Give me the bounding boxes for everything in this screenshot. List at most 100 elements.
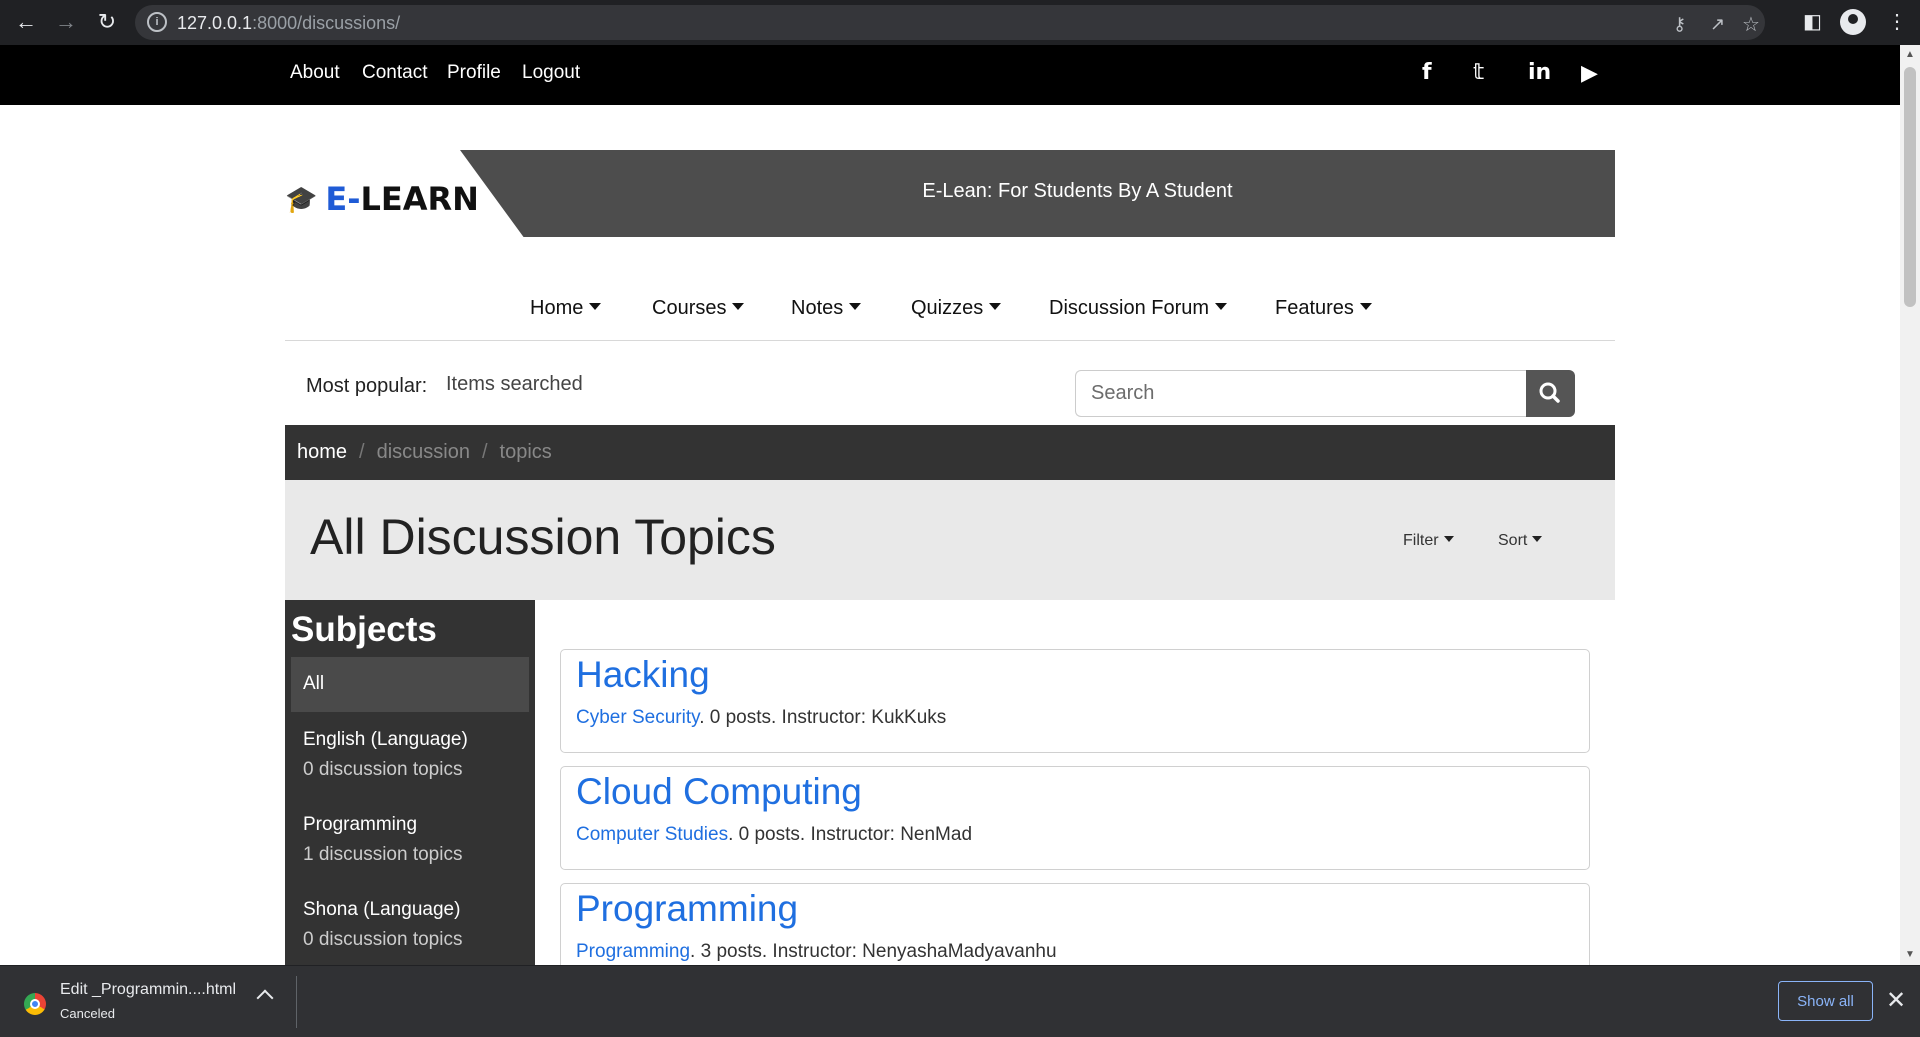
share-icon[interactable]: ↗ [1710,14,1725,35]
sidebar-item-all[interactable]: All [291,657,529,712]
nav-notes[interactable]: Notes [791,297,862,320]
page-title: All Discussion Topics [310,509,776,565]
divider [296,976,297,1028]
close-icon[interactable]: ✕ [1886,986,1906,1015]
subjects-sidebar: Subjects All English (Language) 0 discus… [285,600,535,965]
search-button[interactable] [1526,370,1575,417]
menu-kebab-icon[interactable]: ⋮ [1887,9,1907,34]
contact-link[interactable]: Contact [362,62,427,84]
breadcrumb-separator: / [481,441,488,463]
topic-meta: Cyber Security. 0 posts. Instructor: Kuk… [576,707,946,729]
popular-items[interactable]: Items searched [446,373,583,396]
nav-courses[interactable]: Courses [652,297,745,320]
sidebar-item-count: 0 discussion topics [303,759,463,780]
url-host: 127.0.0.1 [177,13,253,33]
reload-icon[interactable]: ↻ [93,8,121,36]
download-bar: Edit _Programmin....html Canceled Show a… [0,965,1920,1037]
url-text[interactable]: 127.0.0.1:8000/discussions/ [177,13,400,34]
download-filename[interactable]: Edit _Programmin....html [60,981,236,999]
logout-link[interactable]: Logout [522,62,580,84]
nav-quizzes[interactable]: Quizzes [911,297,1002,320]
nav-courses-label: Courses [652,297,727,319]
forward-icon[interactable]: → [52,8,80,36]
topic-title[interactable]: Hacking [576,654,710,696]
sidebar-item-label: All [303,673,325,694]
topic-card: Cloud Computing Computer Studies. 0 post… [560,766,1590,870]
scroll-up-icon[interactable]: ▲ [1905,49,1915,60]
nav-notes-label: Notes [791,297,844,319]
tagline-banner: E-Lean: For Students By A Student [460,150,1615,237]
sidebar-item-count: 1 discussion topics [303,844,463,865]
tagline-text: E-Lean: For Students By A Student [922,180,1233,202]
youtube-icon[interactable]: ▶ [1581,61,1598,86]
about-link[interactable]: About [290,62,340,84]
sidebar-title: Subjects [291,610,437,649]
caret-down-icon [1359,303,1372,311]
topic-subject-link[interactable]: Computer Studies [576,824,728,845]
web-page: About Contact Profile Logout f 𝕥 in ▶ 🎓 … [0,45,1900,965]
twitter-icon[interactable]: 𝕥 [1473,60,1484,85]
side-panel-icon[interactable]: ◧ [1803,9,1822,34]
show-all-button[interactable]: Show all [1778,981,1873,1021]
breadcrumb: home / discussion / topics [285,425,1615,480]
breadcrumb-home[interactable]: home [297,441,347,464]
breadcrumb-topics: topics [499,441,552,463]
sidebar-item-count: 0 discussion topics [303,929,463,950]
topic-subject-link[interactable]: Cyber Security [576,707,699,728]
main-nav: Home Courses Notes Quizzes Discussion Fo… [285,285,1615,341]
sort-label: Sort [1498,532,1528,549]
url-path: :8000/discussions/ [252,13,401,33]
nav-home[interactable]: Home [530,297,602,320]
filter-dropdown[interactable]: Filter [1403,532,1454,550]
nav-features-label: Features [1275,297,1354,319]
facebook-icon[interactable]: f [1422,60,1432,85]
browser-toolbar: ← → ↻ i 127.0.0.1:8000/discussions/ ⚷ ↗ … [0,0,1920,45]
most-popular-label: Most popular: [306,375,428,397]
linkedin-icon[interactable]: in [1528,60,1551,85]
graduation-cap-icon: 🎓 [285,183,318,214]
search-icon [1539,382,1560,403]
caret-down-icon [1532,535,1543,542]
bookmark-star-icon[interactable]: ☆ [1742,12,1760,37]
topic-card: Hacking Cyber Security. 0 posts. Instruc… [560,649,1590,753]
nav-discussion-forum[interactable]: Discussion Forum [1049,297,1228,320]
search-input[interactable] [1075,370,1527,417]
topic-card: Programming Programming. 3 posts. Instru… [560,883,1590,965]
key-icon[interactable]: ⚷ [1673,14,1686,35]
chrome-file-icon [24,993,46,1015]
topic-subject-link[interactable]: Programming [576,941,690,962]
sidebar-item-programming[interactable]: Programming 1 discussion topics [291,798,529,882]
caret-down-icon [849,303,862,311]
sort-dropdown[interactable]: Sort [1498,532,1543,550]
site-logo[interactable]: 🎓 E- LEARN [285,180,479,218]
topic-title[interactable]: Programming [576,888,798,930]
topic-details: . 0 posts. Instructor: KukKuks [699,707,947,728]
topic-details: . 0 posts. Instructor: NenMad [728,824,973,845]
back-icon[interactable]: ← [12,8,40,36]
sidebar-item-shona[interactable]: Shona (Language) 0 discussion topics [291,883,529,965]
site-info-icon[interactable]: i [147,12,167,32]
profile-link[interactable]: Profile [447,62,501,84]
sidebar-item-english[interactable]: English (Language) 0 discussion topics [291,713,529,797]
nav-features[interactable]: Features [1275,297,1372,320]
topic-details: . 3 posts. Instructor: NenyashaMadyavanh… [690,941,1057,962]
address-bar[interactable]: i 127.0.0.1:8000/discussions/ ⚷ ↗ ☆ [135,5,1765,40]
page-header: All Discussion Topics Filter Sort [285,480,1615,600]
breadcrumb-discussion[interactable]: discussion [377,441,470,464]
scroll-down-icon[interactable]: ▼ [1905,949,1915,960]
topic-meta: Computer Studies. 0 posts. Instructor: N… [576,824,972,846]
caret-down-icon [589,303,602,311]
scrollbar-thumb[interactable] [1904,67,1916,307]
profile-avatar-icon[interactable] [1840,9,1866,35]
sidebar-item-label: Programming [303,814,418,835]
nav-quizzes-label: Quizzes [911,297,984,319]
caret-down-icon [989,303,1002,311]
filter-label: Filter [1403,532,1439,549]
caret-down-icon [1443,535,1454,542]
chevron-up-icon[interactable] [256,989,274,1007]
logo-learn: LEARN [360,180,479,218]
topic-title[interactable]: Cloud Computing [576,771,862,813]
search-form [1075,370,1575,417]
topic-meta: Programming. 3 posts. Instructor: Nenyas… [576,941,1057,963]
page-scrollbar[interactable]: ▲ ▼ [1900,45,1920,965]
